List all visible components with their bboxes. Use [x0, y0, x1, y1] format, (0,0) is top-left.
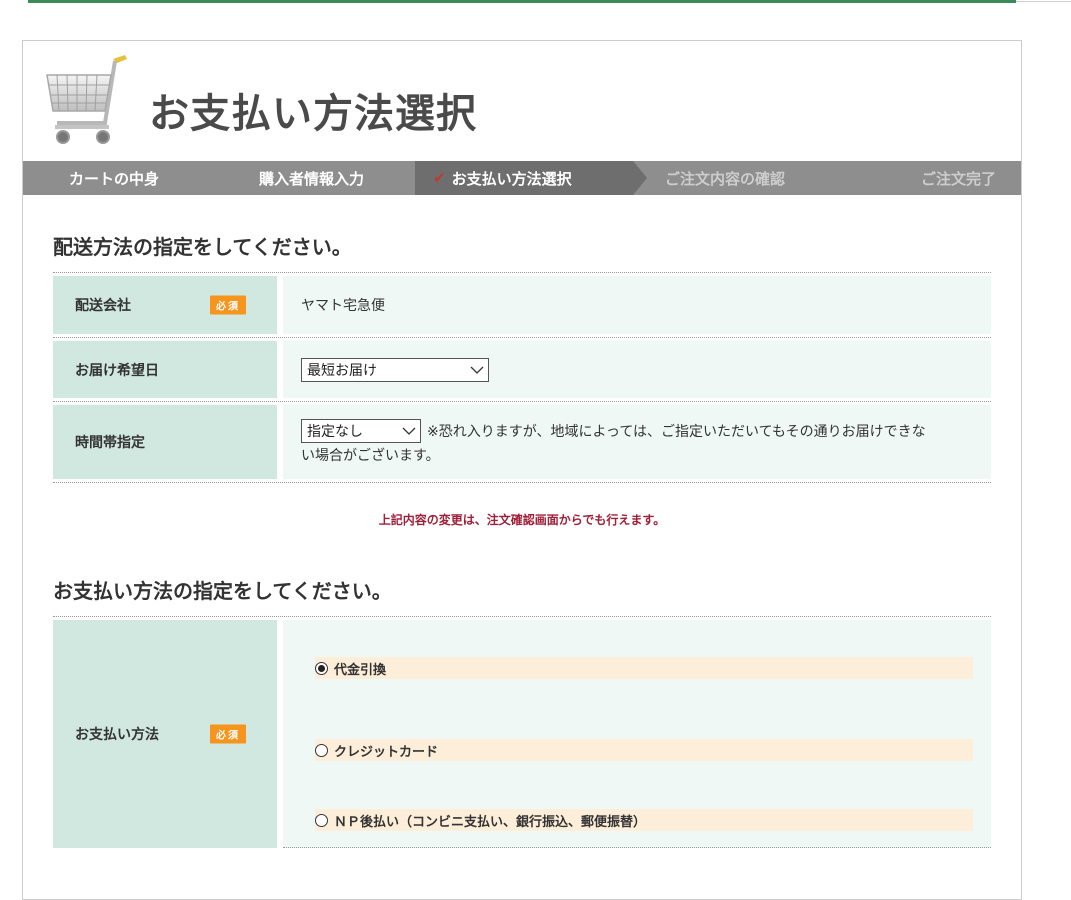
step-label: ご注文完了 — [921, 169, 997, 188]
carrier-row: 配送会社 必須 ヤマト宅急便 — [53, 273, 991, 338]
delivery-time-note: ※恐れ入りますが、地域によっては、ご指定いただいてもその通りお届けできな — [427, 424, 926, 440]
payment-option-label: ＮＰ後払い（コンビニ支払い、銀行振込、郵便振替） — [334, 814, 647, 830]
delivery-date-label: お届け希望日 — [53, 341, 277, 398]
step-cart: カートの中身 — [23, 161, 235, 195]
delivery-time-row: 時間帯指定 指定なし ※恐れ入りますが、地域によっては、ご指定いただいてもその通… — [53, 402, 991, 483]
page-header: お支払い方法選択 — [23, 41, 1021, 161]
step-confirm: ご注文内容の確認 — [633, 161, 863, 195]
payment-table: お支払い方法 必須 代金引換 クレジットカード ＮＰ後払い（コンビニ支払い、銀行… — [53, 616, 991, 851]
change-notice: 上記内容の変更は、注文確認画面からでも行えます。 — [378, 513, 666, 527]
required-badge: 必須 — [210, 295, 246, 315]
delivery-time-select[interactable]: 指定なし — [301, 419, 421, 443]
delivery-date-select[interactable]: 最短お届け — [301, 357, 489, 382]
top-divider — [1016, 1, 1071, 2]
radio-button[interactable] — [315, 813, 328, 827]
chevron-down-icon — [470, 363, 484, 377]
carrier-value: ヤマト宅急便 — [283, 276, 991, 334]
step-complete: ご注文完了 — [863, 161, 1021, 195]
checkout-progress-steps: カートの中身 購入者情報入力 ✔ お支払い方法選択 ご注文内容の確認 ご注文完了 — [23, 161, 1021, 195]
delivery-table: 配送会社 必須 ヤマト宅急便 お届け希望日 最短お届け 時間帯指定 指定なし ※… — [53, 272, 991, 483]
payment-option-np-deferred[interactable]: ＮＰ後払い（コンビニ支払い、銀行振込、郵便振替） — [315, 809, 973, 831]
chevron-down-icon — [402, 424, 416, 438]
payment-label: お支払い方法 必須 — [53, 620, 277, 848]
payment-section-title: お支払い方法の指定をしてください。 — [53, 579, 392, 603]
delivery-date-selected: 最短お届け — [307, 362, 377, 379]
step-arrow — [633, 161, 647, 195]
payment-options: 代金引換 クレジットカード ＮＰ後払い（コンビニ支払い、銀行振込、郵便振替） — [283, 620, 991, 848]
checkmark-icon: ✔ — [433, 169, 446, 187]
step-payment: ✔ お支払い方法選択 — [415, 161, 647, 195]
delivery-date-row: お届け希望日 最短お届け — [53, 338, 991, 402]
delivery-time-selected: 指定なし — [307, 424, 363, 440]
carrier-label: 配送会社 必須 — [53, 276, 277, 334]
delivery-time-note-cont: い場合がございます。 — [301, 448, 440, 464]
shopping-cart-icon — [43, 53, 135, 157]
step-buyer-info: 購入者情報入力 — [235, 161, 415, 195]
required-badge: 必須 — [210, 724, 246, 744]
checkout-panel: お支払い方法選択 カートの中身 購入者情報入力 ✔ お支払い方法選択 ご注文内容… — [22, 40, 1022, 900]
top-accent-strip — [28, 0, 1016, 3]
step-label: お支払い方法選択 — [451, 169, 572, 188]
payment-row: お支払い方法 必須 代金引換 クレジットカード ＮＰ後払い（コンビニ支払い、銀行… — [53, 617, 991, 851]
page-title: お支払い方法選択 — [149, 91, 477, 137]
step-label: カートの中身 — [69, 169, 160, 188]
step-label: ご注文内容の確認 — [665, 169, 786, 188]
delivery-date-cell: 最短お届け — [283, 341, 991, 398]
payment-label-text: お支払い方法 — [75, 727, 159, 743]
payment-option-label: 代金引換 — [334, 662, 387, 678]
delivery-time-label: 時間帯指定 — [53, 405, 277, 479]
delivery-section-title: 配送方法の指定をしてください。 — [53, 235, 352, 259]
radio-button[interactable] — [315, 743, 328, 757]
step-label: 購入者情報入力 — [259, 169, 365, 188]
carrier-label-text: 配送会社 — [75, 298, 131, 314]
delivery-time-cell: 指定なし ※恐れ入りますが、地域によっては、ご指定いただいてもその通りお届けでき… — [283, 405, 991, 479]
radio-button[interactable] — [315, 661, 328, 675]
payment-option-label: クレジットカード — [334, 744, 439, 760]
payment-option-cod[interactable]: 代金引換 — [315, 657, 973, 679]
payment-option-credit-card[interactable]: クレジットカード — [315, 739, 973, 761]
